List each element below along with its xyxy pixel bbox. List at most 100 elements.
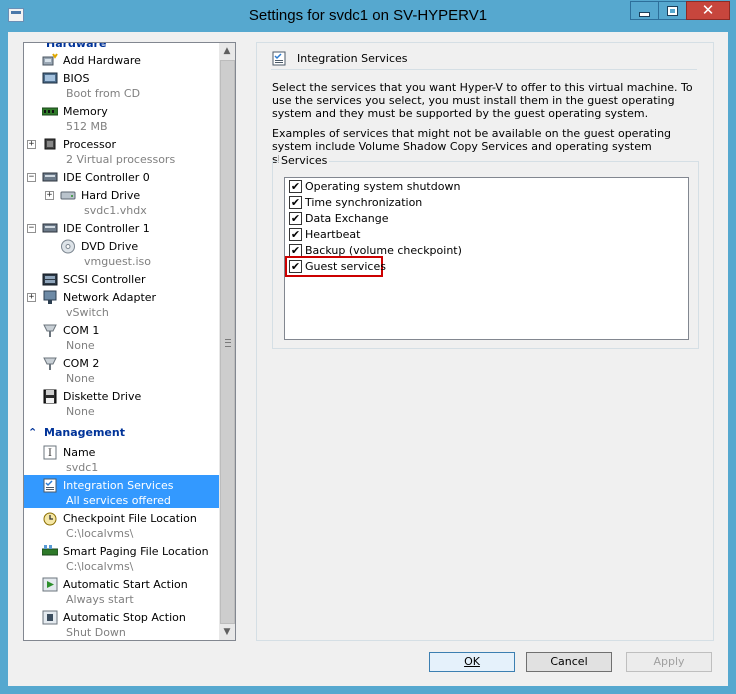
tree-item-detail: vmguest.iso — [84, 255, 152, 268]
tree-scrollbar[interactable]: ▲ ▼ — [219, 43, 235, 640]
apply-button-label: Apply — [653, 655, 685, 668]
collapse-minus-icon[interactable]: − — [27, 224, 36, 233]
ide-controller-icon — [42, 172, 58, 182]
tree-item-com-1[interactable]: COM 1 None — [24, 320, 219, 353]
tree-item-detail: svdc1.vhdx — [84, 204, 147, 217]
tree-item-label: DVD Drive — [81, 240, 139, 253]
bios-icon — [42, 72, 58, 84]
services-group-label: Services — [279, 154, 330, 167]
checkbox[interactable]: ✔ — [289, 228, 302, 241]
checkbox[interactable]: ✔ — [289, 260, 302, 273]
tree-item-automatic-stop-action[interactable]: Automatic Stop Action Shut Down — [24, 607, 219, 640]
tree-item-smart-paging-file-location[interactable]: Smart Paging File Location C:\localvms\ — [24, 541, 219, 574]
tree-content: ⌃ Hardware Add Hardware BIOS Boot from C… — [24, 43, 219, 640]
grip-icon — [225, 339, 231, 347]
integration-services-icon — [43, 478, 57, 493]
expand-plus-icon[interactable]: + — [27, 293, 36, 302]
tree-item-label: Processor — [63, 138, 116, 151]
tree-item-label: Memory — [63, 105, 108, 118]
tree-item-detail: 512 MB — [66, 120, 108, 133]
service-heartbeat[interactable]: ✔ Heartbeat — [288, 227, 678, 243]
tree-item-integration-services[interactable]: Integration Services All services offere… — [24, 475, 219, 508]
panel-heading: Integration Services — [263, 51, 703, 67]
description-paragraph: Select the services that you want Hyper-… — [272, 81, 693, 120]
maximize-button[interactable] — [658, 1, 686, 20]
tree-item-automatic-start-action[interactable]: Automatic Start Action Always start — [24, 574, 219, 607]
ok-button[interactable]: OK — [429, 652, 515, 672]
tree-item-memory[interactable]: Memory 512 MB — [24, 101, 219, 134]
collapse-chevron-icon: ⌃ — [28, 426, 38, 439]
memory-icon — [42, 107, 58, 116]
scroll-up-arrow-icon[interactable]: ▲ — [219, 43, 235, 59]
panel-divider — [271, 69, 697, 70]
tree-item-label: IDE Controller 0 — [63, 171, 150, 184]
tree-item-label: Checkpoint File Location — [63, 512, 197, 525]
scroll-down-arrow-icon[interactable]: ▼ — [219, 624, 235, 640]
tree-item-detail: Shut Down — [66, 626, 126, 639]
name-icon: I — [43, 445, 57, 460]
dvd-drive-icon — [61, 239, 75, 254]
tree-item-bios[interactable]: BIOS Boot from CD — [24, 68, 219, 101]
section-header-hardware[interactable]: ⌃ Hardware — [24, 42, 219, 50]
title-bar[interactable]: Settings for svdc1 on SV-HYPERV1 ✕ — [0, 0, 736, 32]
tree-item-detail: svdc1 — [66, 461, 99, 474]
close-button[interactable]: ✕ — [686, 1, 730, 20]
section-header-management[interactable]: ⌃ Management — [24, 424, 219, 442]
collapse-chevron-icon: ⌃ — [28, 42, 37, 48]
service-data-exchange[interactable]: ✔ Data Exchange — [288, 211, 678, 227]
smart-paging-icon — [42, 545, 58, 556]
tree-item-detail: 2 Virtual processors — [66, 153, 176, 166]
cancel-button[interactable]: Cancel — [526, 652, 612, 672]
checkbox[interactable]: ✔ — [289, 212, 302, 225]
tree-item-checkpoint-file-location[interactable]: Checkpoint File Location C:\localvms\ — [24, 508, 219, 541]
service-label: Guest services — [305, 260, 386, 273]
tree-item-diskette-drive[interactable]: Diskette Drive None — [24, 386, 219, 419]
service-guest-services[interactable]: ✔ Guest services — [285, 256, 678, 277]
services-group: Services ✔ Operating system shutdown ✔ T… — [272, 154, 699, 349]
tree-item-detail: vSwitch — [66, 306, 109, 319]
tree-item-name[interactable]: I Name svdc1 — [24, 442, 219, 475]
service-label: Time synchronization — [305, 196, 423, 209]
service-operating-system-shutdown[interactable]: ✔ Operating system shutdown — [288, 179, 678, 195]
apply-button[interactable]: Apply — [626, 652, 712, 672]
tree-item-detail: C:\localvms\ — [66, 527, 134, 540]
tree-item-network-adapter[interactable]: + Network Adapter vSwitch — [24, 287, 219, 320]
tree-item-com-2[interactable]: COM 2 None — [24, 353, 219, 386]
tree-item-detail: None — [66, 372, 95, 385]
window-title: Settings for svdc1 on SV-HYPERV1 — [248, 7, 488, 24]
expand-plus-icon[interactable]: + — [45, 191, 54, 200]
tree-item-label: Integration Services — [63, 479, 174, 492]
services-list: ✔ Operating system shutdown ✔ Time synch… — [284, 177, 689, 340]
tree-item-label: Smart Paging File Location — [63, 545, 209, 558]
checkbox[interactable]: ✔ — [289, 180, 302, 193]
tree-item-label: Hard Drive — [81, 189, 141, 202]
network-adapter-icon — [43, 290, 57, 304]
scrollbar-thumb[interactable] — [220, 60, 235, 624]
start-action-icon — [42, 577, 58, 592]
collapse-minus-icon[interactable]: − — [27, 173, 36, 182]
ide-controller-icon — [42, 223, 58, 233]
service-time-synchronization[interactable]: ✔ Time synchronization — [288, 195, 678, 211]
panel-title: Integration Services — [297, 52, 408, 65]
svg-text:I: I — [48, 448, 52, 459]
tree-item-dvd-drive[interactable]: DVD Drive vmguest.iso — [24, 236, 219, 269]
tree-item-label: Automatic Start Action — [63, 578, 188, 591]
com-port-icon — [43, 357, 57, 370]
minimize-button[interactable] — [630, 1, 658, 20]
checkbox[interactable]: ✔ — [289, 196, 302, 209]
details-panel: Integration Services Select the services… — [256, 42, 714, 641]
section-header-label: Management — [44, 426, 125, 439]
settings-window: Settings for svdc1 on SV-HYPERV1 ✕ ⌃ Har… — [0, 0, 736, 694]
tree-item-label: Network Adapter — [63, 291, 157, 304]
expand-plus-icon[interactable]: + — [27, 140, 36, 149]
tree-item-label: Add Hardware — [63, 54, 141, 67]
tree-item-label: Name — [63, 446, 96, 459]
com-port-icon — [43, 324, 57, 337]
scsi-controller-icon — [42, 273, 58, 286]
integration-services-icon — [272, 51, 286, 66]
tree-item-label: Diskette Drive — [63, 390, 142, 403]
service-label: Operating system shutdown — [305, 180, 461, 193]
add-hardware-icon — [42, 53, 58, 66]
tree-item-hard-drive[interactable]: + Hard Drive svdc1.vhdx — [24, 185, 219, 218]
tree-item-processor[interactable]: + Processor 2 Virtual processors — [24, 134, 219, 167]
